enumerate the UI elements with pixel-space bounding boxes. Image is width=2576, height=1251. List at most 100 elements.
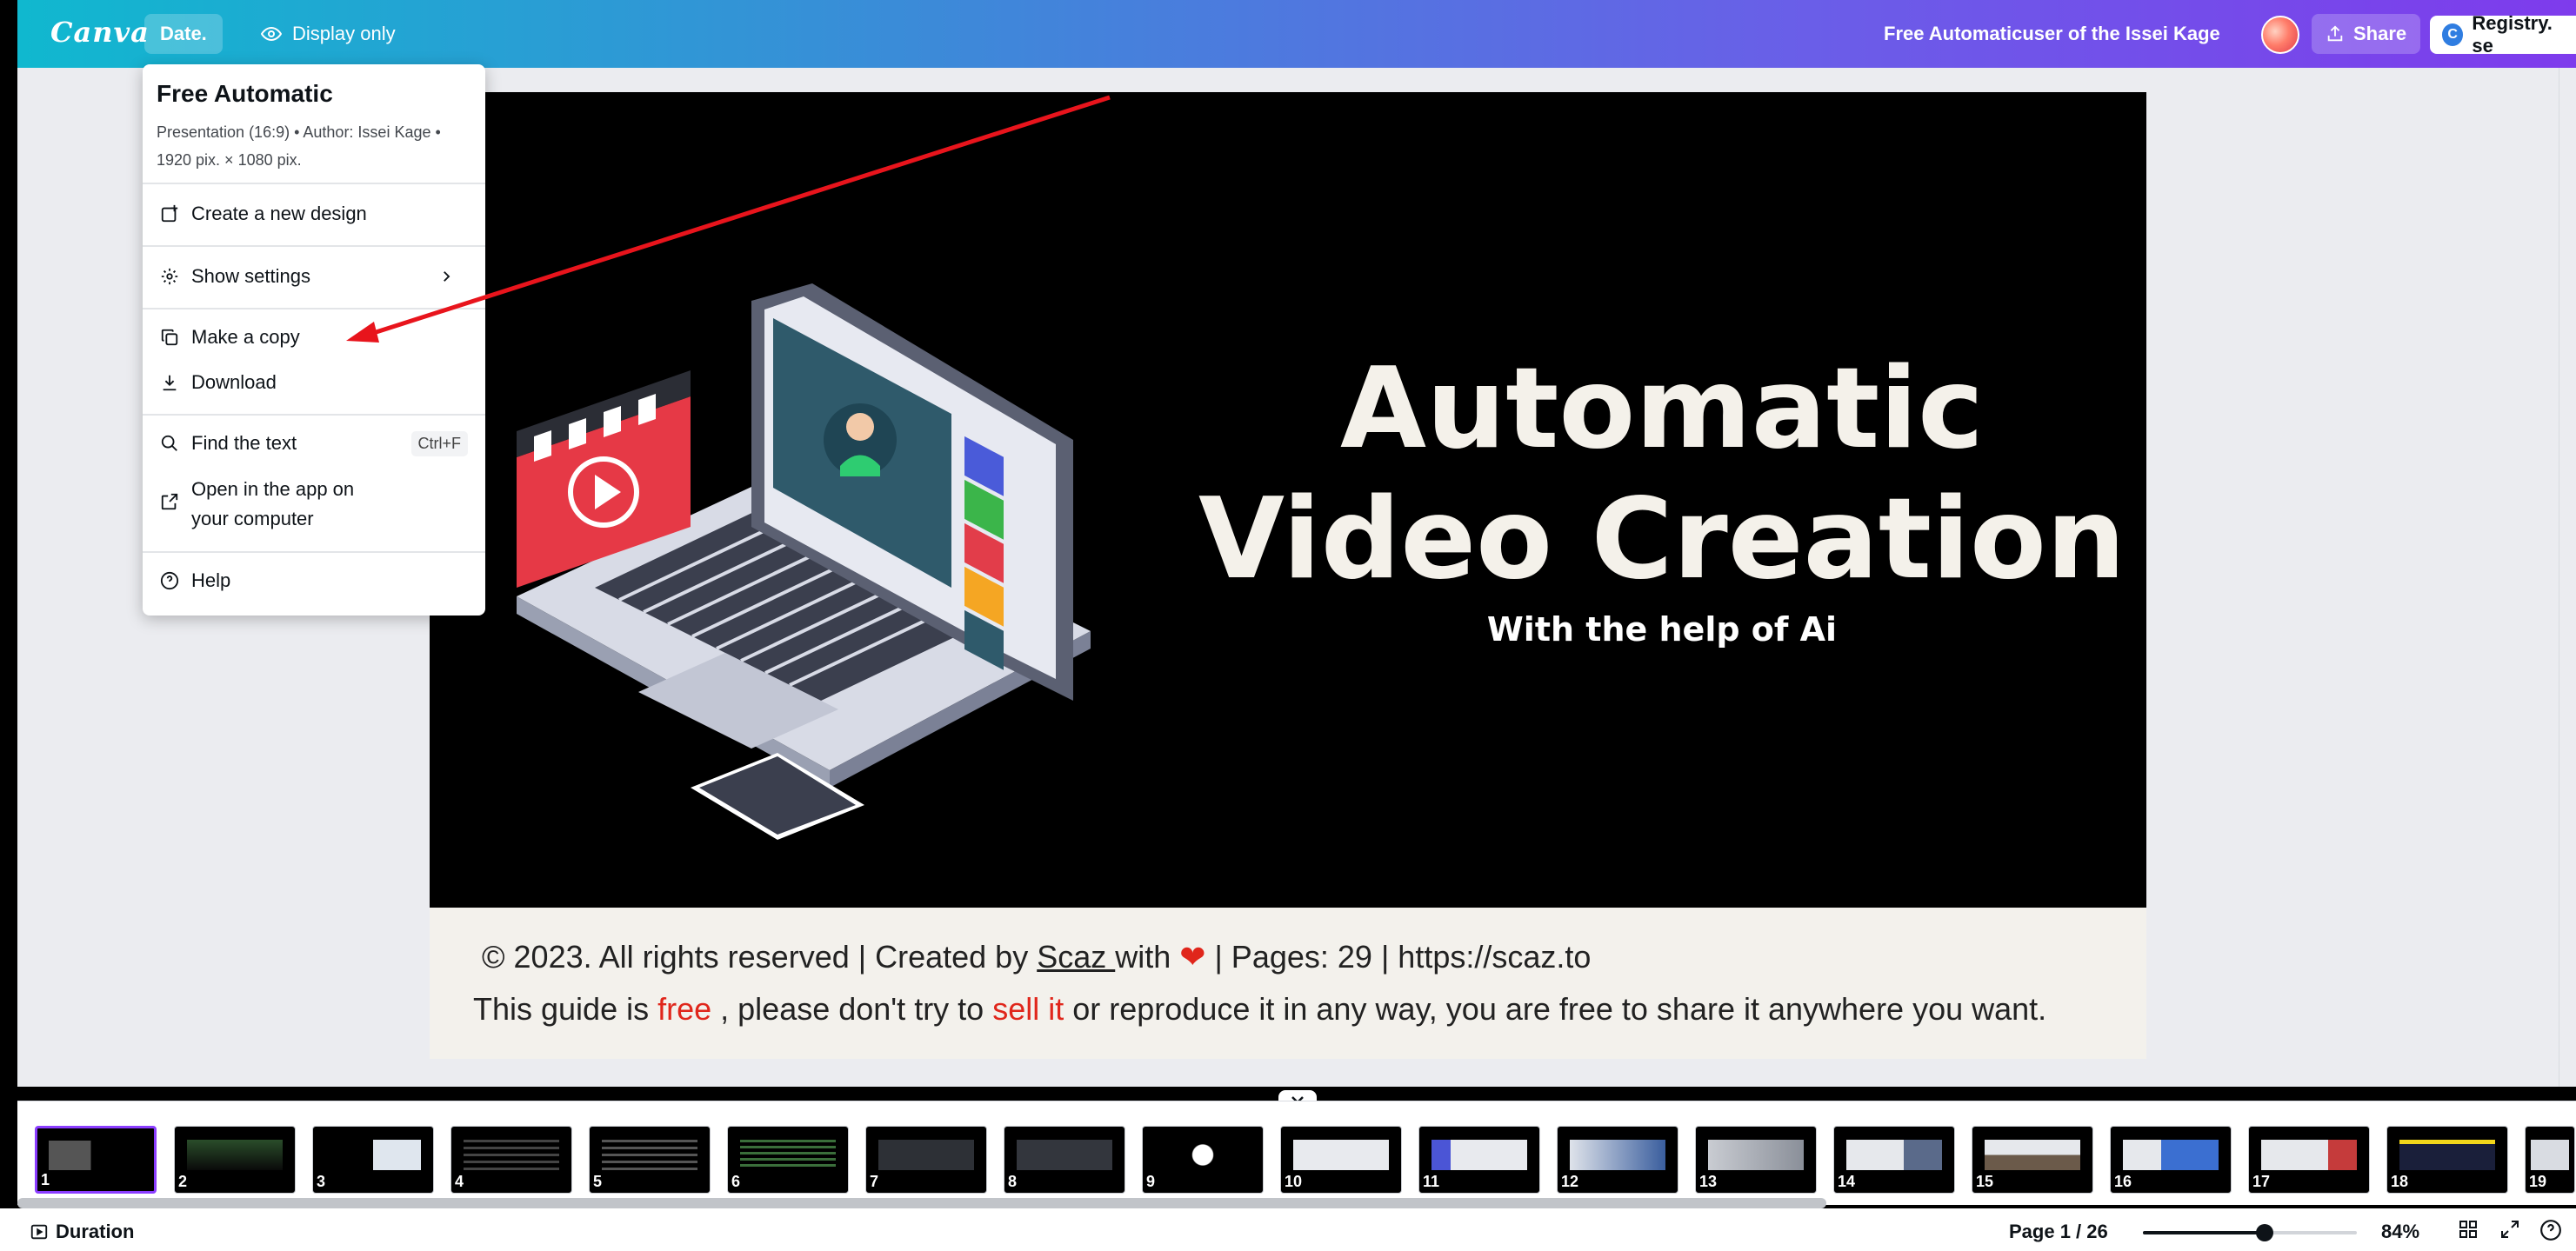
page-thumbnail[interactable]: 15 — [1972, 1126, 2093, 1194]
left-edge — [0, 0, 17, 1251]
slide-page[interactable]: Automatic Video Creation With the help o… — [430, 92, 2146, 1059]
thumbnail-number: 7 — [870, 1173, 879, 1190]
footer-please-text: , please don't try to — [720, 991, 993, 1027]
thumbnail-number: 10 — [1285, 1173, 1303, 1190]
page-thumbnail[interactable]: 14 — [1833, 1126, 1955, 1194]
page-thumbnail[interactable]: 10 — [1280, 1126, 1402, 1194]
menu-divider — [143, 414, 485, 416]
duration-label: Duration — [56, 1221, 135, 1242]
thumbnail-number: 13 — [1699, 1173, 1718, 1190]
menu-item-label-line2: your computer — [191, 508, 314, 529]
search-icon — [161, 435, 177, 451]
zoom-slider-fill — [2143, 1231, 2266, 1234]
copy-icon — [161, 329, 178, 346]
thumbnail-number: 16 — [2114, 1173, 2132, 1190]
thumbnail-number: 4 — [455, 1173, 464, 1190]
external-link-icon — [161, 493, 178, 510]
slide-title-line2: Video Creation — [1198, 475, 2126, 604]
menu-item-show-settings[interactable]: Show settings — [143, 256, 485, 297]
menu-item-label: Find the text — [191, 432, 297, 454]
slide-title: Automatic Video Creation — [1178, 344, 2146, 605]
menu-meta-line2: 1920 pix. × 1080 pix. — [157, 151, 302, 169]
help-icon[interactable] — [2539, 1219, 2562, 1241]
grid-view-icon[interactable] — [2458, 1219, 2479, 1240]
thumbnail-number: 17 — [2252, 1173, 2271, 1190]
page-thumbnail[interactable]: 5 — [589, 1126, 711, 1194]
download-icon — [163, 375, 177, 391]
duration-button[interactable]: Duration — [30, 1221, 134, 1243]
author-link[interactable]: Scaz — [1037, 939, 1115, 975]
slide-hero: Automatic Video Creation With the help o… — [430, 92, 2146, 908]
zoom-slider-handle[interactable] — [2256, 1224, 2274, 1241]
help-icon — [160, 571, 179, 590]
vertical-scrollbar[interactable] — [2559, 68, 2576, 1087]
page-thumbnail[interactable]: 16 — [2110, 1126, 2232, 1194]
file-menu-button[interactable]: Date. — [144, 14, 223, 54]
thumbnail-number: 2 — [178, 1173, 188, 1190]
zoom-slider[interactable] — [2143, 1224, 2357, 1241]
thumbnail-number: 18 — [2391, 1173, 2409, 1190]
page-thumbnail[interactable]: 8 — [1004, 1126, 1125, 1194]
filmstrip-scrollbar[interactable] — [17, 1198, 1826, 1208]
fullscreen-icon[interactable] — [2499, 1219, 2520, 1240]
footer-pages-count: 29 — [1337, 939, 1372, 975]
footer-with-text: with — [1115, 939, 1180, 975]
menu-design-title: Free Automatic — [157, 80, 333, 107]
page-thumbnail[interactable]: 2 — [174, 1126, 296, 1194]
thumbnail-number: 3 — [317, 1173, 326, 1190]
document-title[interactable]: Free Automaticuser of the Issei Kage — [1884, 23, 2220, 45]
page-thumbnail[interactable]: 6 — [727, 1126, 849, 1194]
menu-item-help[interactable]: Help — [143, 560, 485, 602]
menu-item-label: Show settings — [191, 265, 310, 287]
canva-logo[interactable]: Canva — [50, 16, 150, 49]
menu-item-label: Download — [191, 371, 277, 393]
menu-item-download[interactable]: Download — [143, 362, 485, 403]
page-thumbnail[interactable]: 4 — [450, 1126, 572, 1194]
display-only-button[interactable]: Display only — [245, 14, 411, 54]
thumbnail-number: 19 — [2529, 1173, 2547, 1190]
plus-square-icon — [161, 204, 178, 223]
heart-icon: ❤ — [1179, 939, 1206, 975]
thumbnail-number: 1 — [41, 1171, 50, 1188]
menu-item-label: Create a new design — [191, 203, 367, 224]
page-thumbnail[interactable]: 18 — [2386, 1126, 2508, 1194]
menu-divider — [143, 308, 485, 309]
share-label: Share — [2353, 23, 2407, 44]
page-thumbnail[interactable]: 3 — [312, 1126, 434, 1194]
zoom-level[interactable]: 84% — [2381, 1221, 2419, 1243]
page-indicator[interactable]: Page 1 / 26 — [2009, 1221, 2108, 1243]
menu-meta-line1: Presentation (16:9) • Author: Issei Kage… — [157, 123, 441, 141]
thumbnail-number: 9 — [1146, 1173, 1156, 1190]
footer-url[interactable]: | https://scaz.to — [1372, 939, 1591, 975]
account-label: Registry. se — [2472, 12, 2553, 57]
page-thumbnail[interactable]: 1 — [35, 1126, 157, 1194]
menu-item-label-line1: Open in the app on — [191, 478, 355, 500]
display-only-label: Display only — [292, 23, 396, 44]
menu-item-create-new-design[interactable]: Create a new design — [143, 193, 485, 235]
menu-divider — [143, 245, 485, 247]
slide-footer-line1: © 2023. All rights reserved | Created by… — [482, 939, 1591, 975]
menu-item-label: Help — [191, 569, 231, 591]
menu-item-label: Open in the app on your computer — [191, 475, 354, 534]
menu-item-open-in-app[interactable]: Open in the app on your computer — [143, 464, 485, 534]
account-button[interactable]: C Registry. se — [2430, 12, 2576, 57]
footer-free-word: free — [657, 991, 721, 1027]
thumbnail-number: 14 — [1838, 1173, 1856, 1190]
page-thumbnail[interactable]: 12 — [1557, 1126, 1678, 1194]
page-thumbnail[interactable]: 11 — [1418, 1126, 1540, 1194]
menu-divider — [143, 551, 485, 553]
page-thumbnail[interactable]: 17 — [2248, 1126, 2370, 1194]
menu-item-make-a-copy[interactable]: Make a copy — [143, 316, 485, 358]
page-thumbnail[interactable]: 13 — [1695, 1126, 1817, 1194]
page-thumbnail[interactable]: 19 — [2525, 1126, 2575, 1194]
avatar[interactable] — [2261, 16, 2299, 54]
footer-copyright-text: © 2023. All rights reserved | Created by — [482, 939, 1038, 975]
menu-item-find-text[interactable]: Find the text Ctrl+F — [143, 423, 485, 464]
share-button[interactable]: Share — [2312, 14, 2421, 54]
slide-footer-line2: This guide is free , please don't try to… — [473, 991, 2046, 1028]
page-filmstrip: 1 2 3 4 5 6 7 8 9 10 11 12 13 14 15 16 1… — [17, 1101, 2576, 1205]
thumbnail-number: 15 — [1976, 1173, 1994, 1190]
page-thumbnail[interactable]: 7 — [865, 1126, 987, 1194]
page-thumbnail[interactable]: 9 — [1142, 1126, 1264, 1194]
thumbnail-number: 6 — [731, 1173, 741, 1190]
